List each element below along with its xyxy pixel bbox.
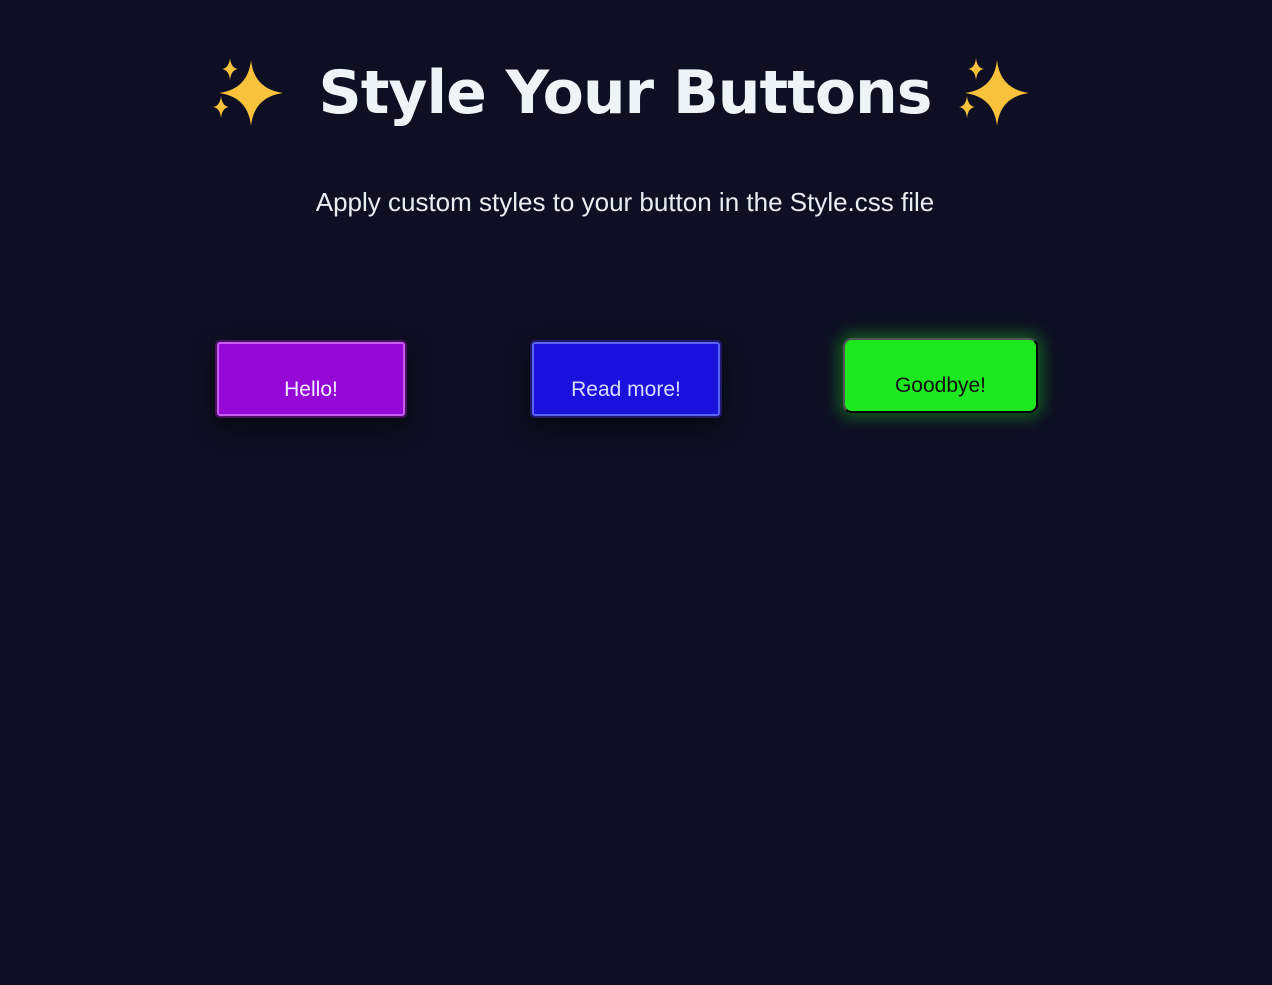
subtitle: Apply custom styles to your button in th… [315, 187, 935, 217]
page-title: Style Your Buttons [0, 48, 1250, 138]
sparkles-icon [959, 58, 1030, 126]
read-more-button[interactable]: Read more! [530, 340, 722, 418]
sparkles-icon [212, 58, 283, 126]
title-text: Style Your Buttons [318, 58, 933, 128]
hello-button[interactable]: Hello! [215, 340, 407, 418]
goodbye-button[interactable]: Goodbye! [843, 338, 1038, 413]
page: Style Your Buttons Apply custom styles t… [0, 0, 1272, 985]
